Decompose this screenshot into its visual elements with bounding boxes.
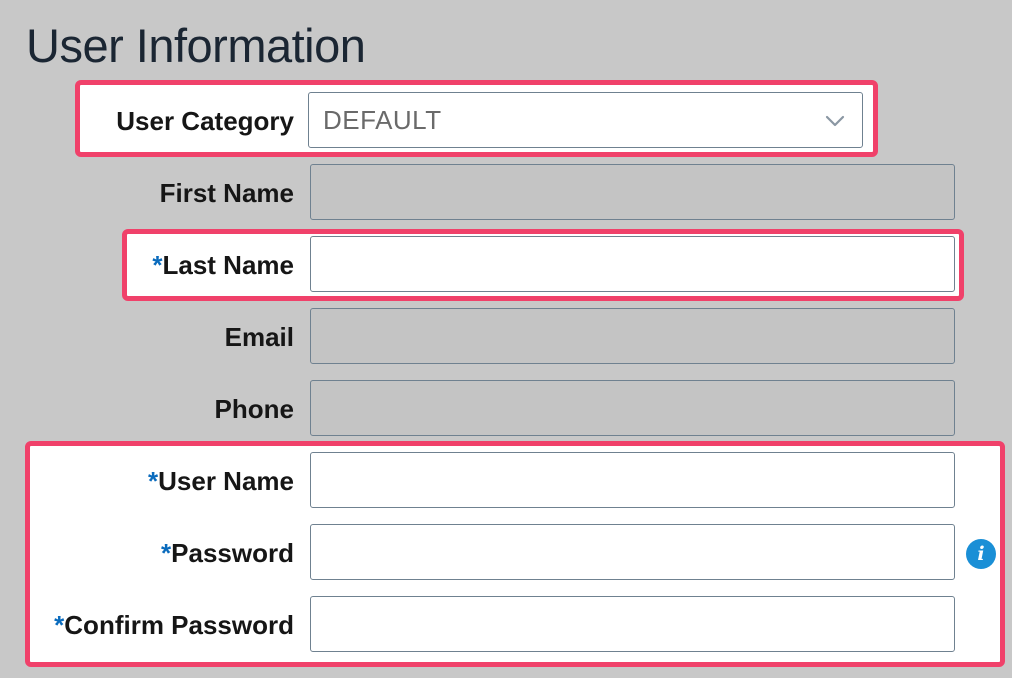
chevron-down-icon	[825, 115, 845, 127]
user-category-value: DEFAULT	[323, 104, 442, 135]
password-label-text: Password	[171, 538, 294, 568]
last-name-field[interactable]	[310, 236, 955, 292]
page-title: User Information	[26, 19, 366, 72]
last-name-label-text: Last Name	[162, 250, 295, 280]
info-icon[interactable]: i	[966, 539, 996, 569]
required-asterisk: *	[152, 250, 163, 280]
password-field[interactable]	[310, 524, 955, 580]
required-asterisk: *	[54, 610, 65, 640]
first-name-field[interactable]	[310, 164, 955, 220]
password-label: *Password	[161, 537, 294, 569]
confirm-password-field[interactable]	[310, 596, 955, 652]
first-name-label: First Name	[159, 178, 294, 208]
phone-field[interactable]	[310, 380, 955, 436]
last-name-label: *Last Name	[152, 249, 294, 281]
user-category-label: User Category	[116, 106, 294, 136]
user-category-select[interactable]: DEFAULT	[308, 92, 863, 148]
user-name-label: *User Name	[148, 465, 294, 497]
user-name-field[interactable]	[310, 452, 955, 508]
email-label: Email	[224, 322, 294, 352]
required-asterisk: *	[161, 538, 172, 568]
phone-label: Phone	[214, 394, 294, 424]
confirm-password-label: *Confirm Password	[54, 609, 294, 641]
email-field[interactable]	[310, 308, 955, 364]
required-asterisk: *	[148, 466, 159, 496]
user-name-label-text: User Name	[158, 466, 294, 496]
confirm-password-label-text: Confirm Password	[64, 610, 294, 640]
